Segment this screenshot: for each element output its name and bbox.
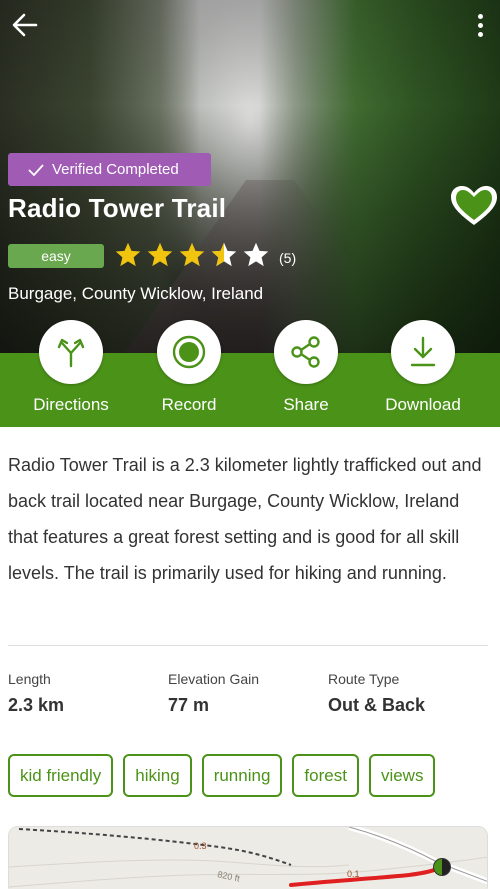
tag-running[interactable]: running bbox=[201, 754, 283, 797]
star-full-icon bbox=[115, 242, 141, 267]
stat-label: Length bbox=[8, 671, 51, 687]
download-button[interactable]: Download bbox=[368, 320, 478, 420]
back-arrow-icon[interactable] bbox=[10, 10, 40, 40]
trail-title: Radio Tower Trail bbox=[8, 193, 227, 223]
stat-label: Elevation Gain bbox=[168, 671, 260, 687]
star-empty-icon bbox=[243, 242, 269, 267]
stat-elevation-gain: Elevation Gain 77 m bbox=[168, 671, 259, 716]
stat-route-type: Route Type Out & Back bbox=[328, 671, 425, 716]
tag-forest[interactable]: forest bbox=[292, 754, 359, 797]
verified-completed-badge: Verified Completed bbox=[8, 153, 211, 186]
directions-label: Directions bbox=[33, 395, 109, 414]
download-icon bbox=[410, 336, 436, 367]
stat-length: Length 2.3 km bbox=[8, 671, 64, 716]
trail-map-preview[interactable]: 0.3 820 ft 0.1 bbox=[8, 826, 488, 889]
directions-button[interactable]: Directions bbox=[16, 320, 126, 420]
tag-hiking[interactable]: hiking bbox=[123, 754, 192, 797]
share-button[interactable]: Share bbox=[251, 320, 361, 420]
stat-value: Out & Back bbox=[328, 695, 426, 715]
trail-description: Radio Tower Trail is a 2.3 kilometer lig… bbox=[8, 455, 482, 583]
divider bbox=[8, 645, 488, 646]
overflow-menu-icon[interactable] bbox=[472, 10, 488, 40]
tag-list: kid friendly hiking running forest views bbox=[8, 754, 436, 797]
rating-stars bbox=[114, 241, 270, 269]
map-label-a: 0.3 bbox=[194, 841, 207, 851]
difficulty-badge: easy bbox=[8, 244, 104, 268]
directions-icon bbox=[57, 338, 85, 368]
favorite-heart-icon[interactable] bbox=[449, 184, 499, 228]
trail-location: Burgage, County Wicklow, Ireland bbox=[8, 284, 264, 303]
record-button[interactable]: Record bbox=[134, 320, 244, 420]
star-half-icon bbox=[211, 242, 237, 267]
map-graphic: 0.3 820 ft 0.1 bbox=[9, 827, 487, 889]
verified-label: Verified Completed bbox=[52, 161, 179, 178]
share-label: Share bbox=[283, 395, 329, 414]
record-icon bbox=[172, 335, 206, 369]
tag-views[interactable]: views bbox=[368, 754, 436, 797]
download-label: Download bbox=[385, 395, 461, 414]
map-label-c: 0.1 bbox=[347, 869, 360, 879]
stat-label: Route Type bbox=[328, 671, 400, 687]
share-icon bbox=[291, 336, 320, 368]
review-count[interactable]: (5) bbox=[279, 250, 296, 266]
star-full-icon bbox=[179, 242, 205, 267]
stat-value: 77 m bbox=[168, 695, 210, 715]
record-label: Record bbox=[161, 395, 217, 414]
stat-value: 2.3 km bbox=[8, 695, 65, 715]
check-icon bbox=[28, 163, 44, 176]
tag-kid-friendly[interactable]: kid friendly bbox=[8, 754, 114, 797]
star-full-icon bbox=[147, 242, 173, 267]
